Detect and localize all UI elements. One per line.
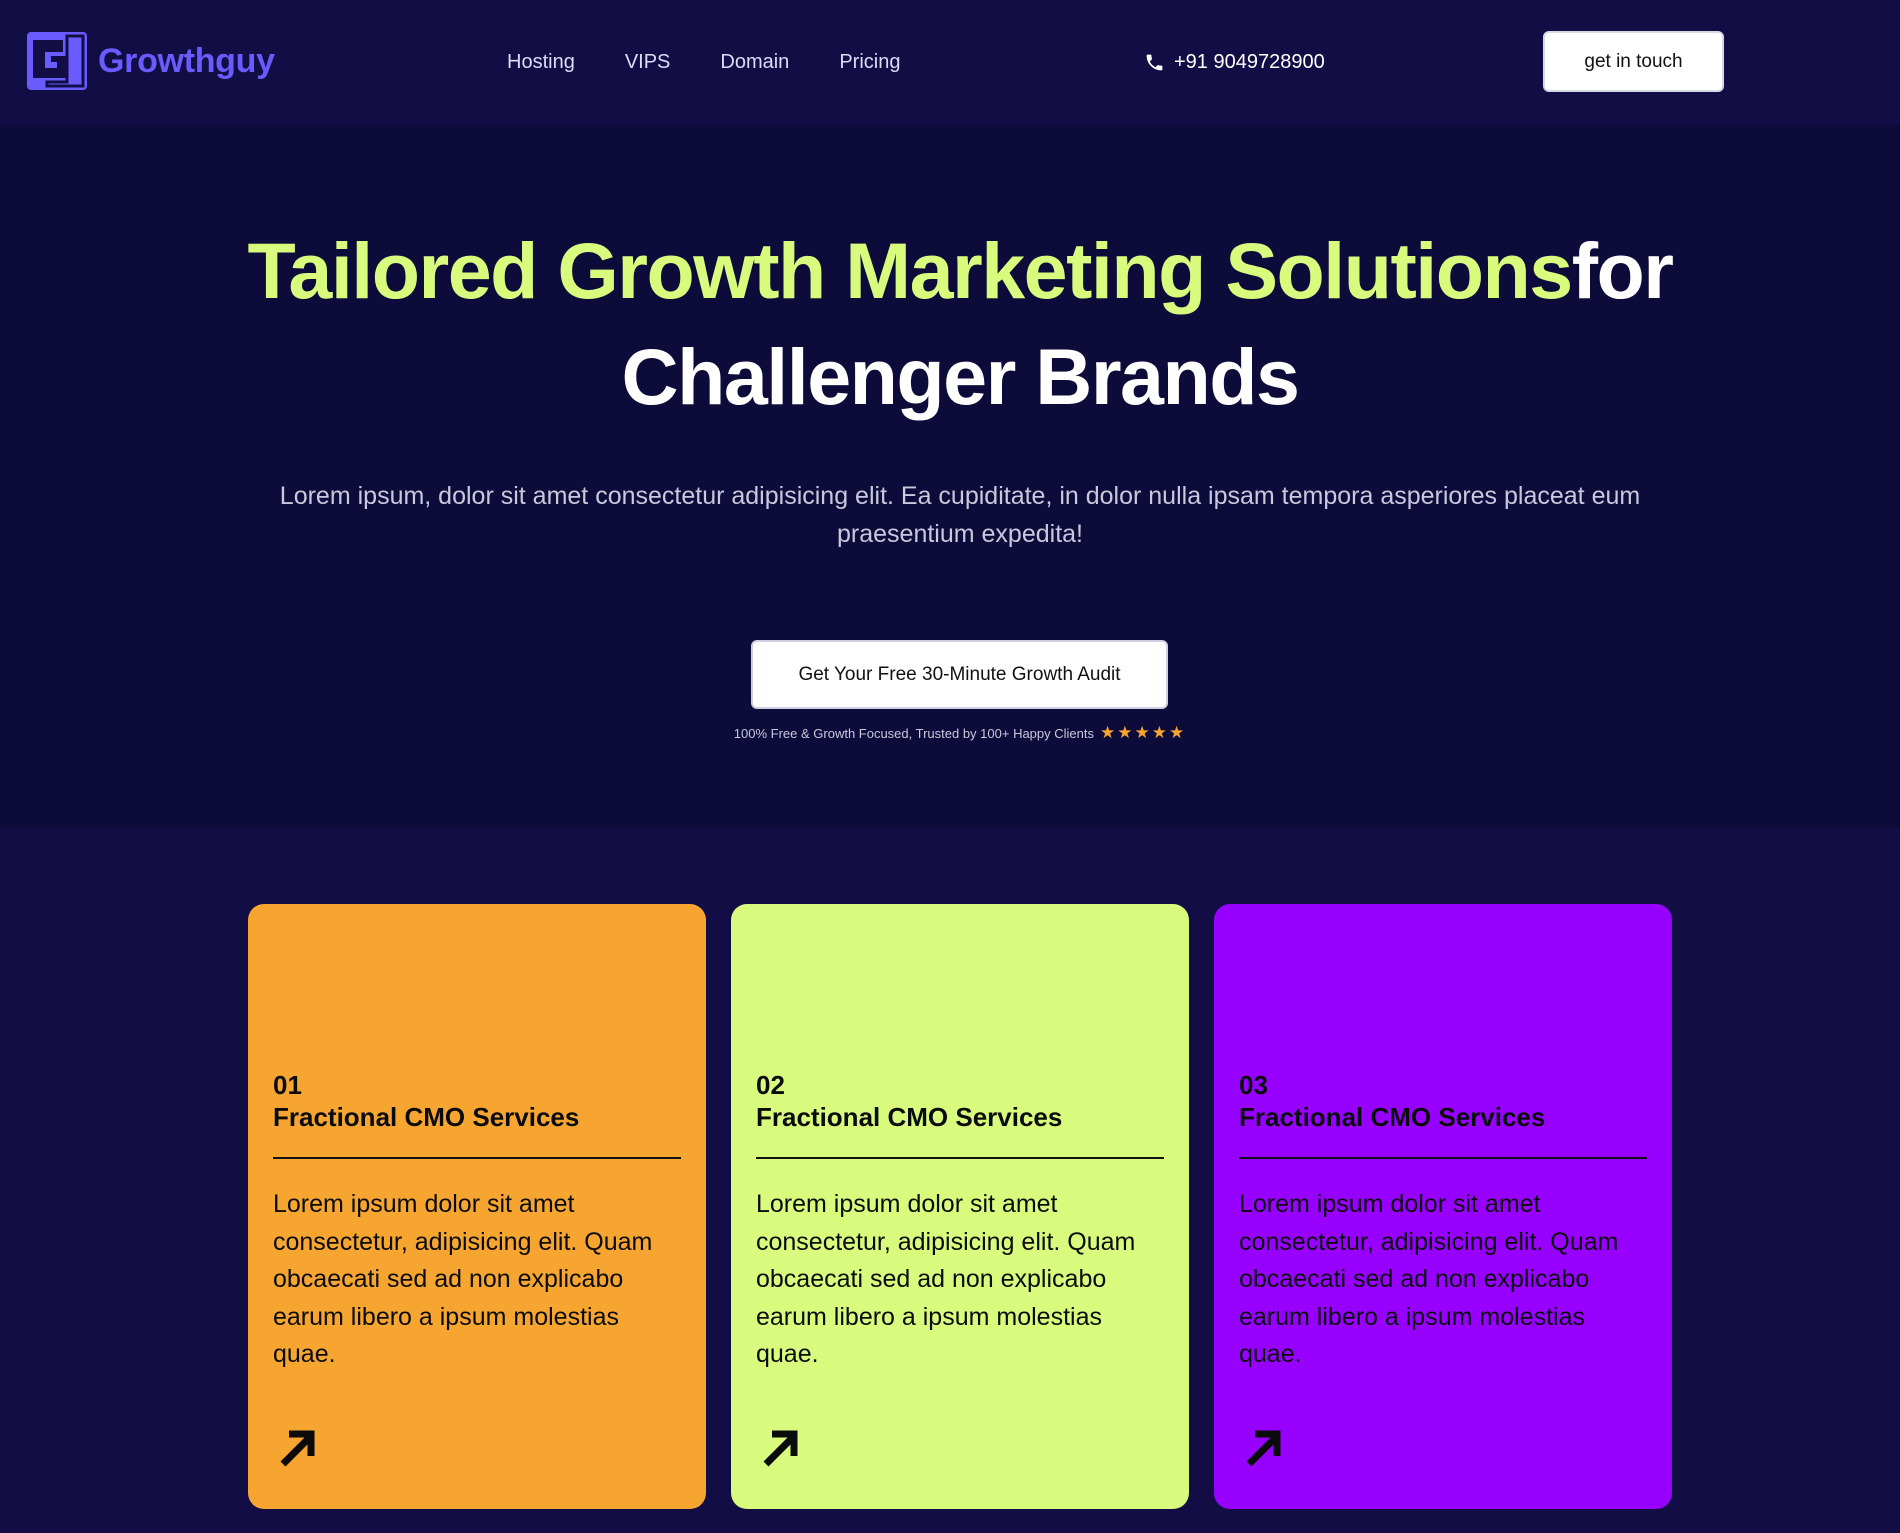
- nav-item-pricing[interactable]: Pricing: [839, 48, 900, 76]
- phone-number: +91 9049728900: [1174, 51, 1325, 73]
- nav-item-domain[interactable]: Domain: [720, 48, 789, 76]
- service-card[interactable]: 03 Fractional CMO Services Lorem ipsum d…: [1214, 904, 1672, 1509]
- contact-phone[interactable]: +91 9049728900: [1144, 48, 1325, 76]
- service-card[interactable]: 01 Fractional CMO Services Lorem ipsum d…: [248, 904, 706, 1509]
- card-title: Fractional CMO Services: [756, 1102, 1063, 1132]
- rating-stars: ★★★★★: [1100, 723, 1187, 742]
- card-number: 01: [273, 1070, 302, 1100]
- trust-text: 100% Free & Growth Focused, Trusted by 1…: [733, 725, 1094, 741]
- nav-item-vips[interactable]: VIPS: [625, 48, 671, 76]
- card-number: 02: [756, 1070, 785, 1100]
- arrow-up-right-icon[interactable]: [273, 1424, 321, 1472]
- card-title: Fractional CMO Services: [273, 1102, 580, 1132]
- trust-line: 100% Free & Growth Focused, Trusted by 1…: [730, 723, 1190, 743]
- main-nav: Hosting VIPS Domain Pricing: [507, 48, 950, 76]
- brand-logo-link[interactable]: Growthguy: [27, 32, 275, 90]
- card-divider: [756, 1157, 1164, 1159]
- site-header: Growthguy Hosting VIPS Domain Pricing +9…: [0, 0, 1900, 125]
- arrow-up-right-icon[interactable]: [1239, 1424, 1287, 1472]
- card-description: Lorem ipsum dolor sit amet consectetur, …: [756, 1190, 1136, 1368]
- get-in-touch-button[interactable]: get in touch: [1543, 31, 1724, 92]
- brand-name: Growthguy: [98, 41, 275, 80]
- g-logo-icon: [27, 32, 87, 90]
- hero-title-highlight: Tailored Growth Marketing Solutions: [247, 226, 1573, 315]
- phone-icon: [1146, 54, 1163, 70]
- hero-subtitle: Lorem ipsum, dolor sit amet consectetur …: [279, 482, 1641, 548]
- card-description: Lorem ipsum dolor sit amet consectetur, …: [1239, 1190, 1619, 1368]
- card-description: Lorem ipsum dolor sit amet consectetur, …: [273, 1190, 653, 1368]
- growth-audit-button[interactable]: Get Your Free 30-Minute Growth Audit: [751, 640, 1168, 709]
- hero-title: Tailored Growth Marketing Solutionsfor C…: [150, 218, 1770, 430]
- card-title: Fractional CMO Services: [1239, 1102, 1546, 1132]
- card-divider: [1239, 1157, 1647, 1159]
- arrow-up-right-icon[interactable]: [756, 1424, 804, 1472]
- service-card[interactable]: 02 Fractional CMO Services Lorem ipsum d…: [731, 904, 1189, 1509]
- card-divider: [273, 1157, 681, 1159]
- nav-item-hosting[interactable]: Hosting: [507, 48, 575, 76]
- card-number: 03: [1239, 1070, 1268, 1100]
